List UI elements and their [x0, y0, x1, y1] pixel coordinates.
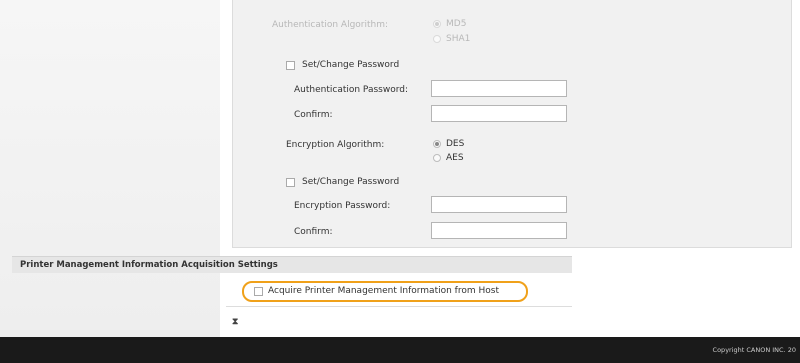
encryption-algorithm-aes-radio[interactable] [433, 154, 441, 162]
printer-management-section-header: Printer Management Information Acquisiti… [12, 256, 572, 273]
side-navigation-panel [0, 0, 220, 337]
encryption-confirm-field[interactable] [431, 222, 567, 239]
auth-confirm-field[interactable] [431, 105, 567, 122]
auth-password-label: Authentication Password: [294, 85, 408, 95]
back-to-top-icon[interactable]: ⧗ [232, 317, 238, 327]
encryption-algorithm-des-radio[interactable] [433, 140, 441, 148]
encryption-set-change-password-checkbox[interactable] [286, 178, 295, 187]
acquire-printer-info-checkbox[interactable] [254, 287, 263, 296]
encryption-set-change-password-label: Set/Change Password [302, 177, 400, 187]
auth-algorithm-md5-label: MD5 [446, 19, 467, 29]
encryption-algorithm-aes-label: AES [446, 153, 464, 163]
encryption-password-field[interactable] [431, 196, 567, 213]
footer-bar: Copyright CANON INC. 20 [0, 337, 800, 363]
auth-algorithm-sha1-label: SHA1 [446, 34, 471, 44]
section-divider [226, 306, 572, 307]
encryption-confirm-label: Confirm: [294, 227, 333, 237]
auth-set-change-password-checkbox[interactable] [286, 61, 295, 70]
acquire-printer-info-label: Acquire Printer Management Information f… [268, 286, 499, 296]
encryption-algorithm-label: Encryption Algorithm: [286, 140, 385, 150]
copyright-text: Copyright CANON INC. 20 [712, 346, 796, 354]
auth-set-change-password-label: Set/Change Password [302, 60, 400, 70]
auth-password-field[interactable] [431, 80, 567, 97]
encryption-algorithm-des-label: DES [446, 139, 465, 149]
auth-confirm-label: Confirm: [294, 110, 333, 120]
encryption-password-label: Encryption Password: [294, 201, 391, 211]
auth-algorithm-sha1-radio[interactable] [433, 35, 441, 43]
auth-algorithm-label: Authentication Algorithm: [272, 20, 389, 30]
auth-algorithm-md5-radio[interactable] [433, 20, 441, 28]
